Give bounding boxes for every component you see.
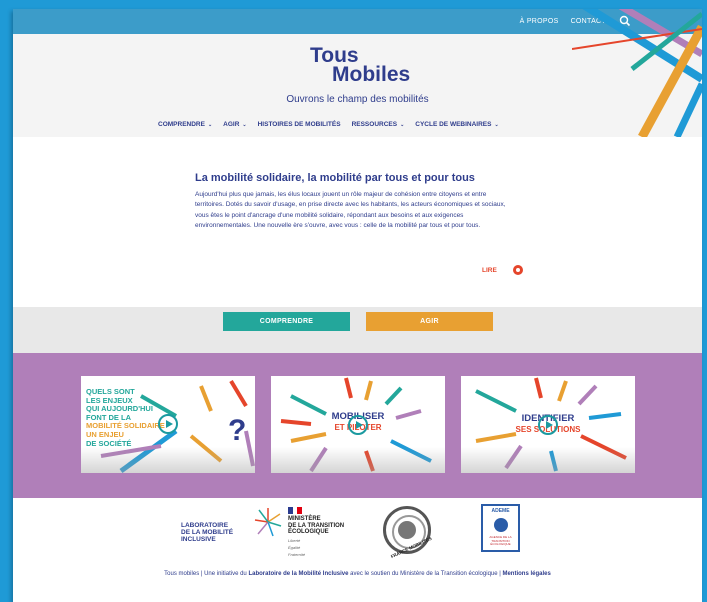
- video-card-mobiliser[interactable]: MOBILISER ET PILOTER: [271, 376, 445, 473]
- globe-icon: [494, 518, 508, 532]
- ademe-logo-title: ADEME: [491, 508, 510, 514]
- play-icon[interactable]: [158, 414, 178, 434]
- header-rays-decoration: [572, 9, 702, 137]
- legal-link[interactable]: Mentions légales: [502, 571, 550, 577]
- footer-text: avec le soutien du Ministère de la Trans…: [348, 571, 503, 577]
- site-tagline: Ouvrons le champ des mobilités: [286, 94, 429, 105]
- video-card-identifier[interactable]: IDENTIFIER SES SOLUTIONS: [461, 376, 635, 473]
- cta-band: COMPRENDRE AGIR: [13, 307, 702, 353]
- nav-item-histoires[interactable]: HISTOIRES DE MOBILITÉS: [258, 121, 341, 128]
- ministry-motto: Égalité: [288, 544, 301, 550]
- main-nav: COMPRENDRE ⌄ AGIR ⌄ HISTOIRES DE MOBILIT…: [158, 121, 499, 128]
- intro-title: La mobilité solidaire, la mobilité par t…: [195, 172, 475, 184]
- nav-item-agir[interactable]: AGIR ⌄: [223, 121, 246, 128]
- lab-link[interactable]: Laboratoire de la Mobilité Inclusive: [248, 571, 348, 577]
- screen: À PROPOS CONTACT Tous Mobiles Ouvrons le…: [0, 0, 707, 602]
- lab-logo-line: INCLUSIVE: [181, 536, 216, 543]
- card-fade: [81, 447, 255, 473]
- card-question-text: QUELS SONT LES ENJEUX QUI AUJOURD'HUI FO…: [86, 387, 165, 448]
- plus-circle-icon[interactable]: [513, 265, 523, 275]
- comprendre-button[interactable]: COMPRENDRE: [223, 312, 350, 331]
- nav-item-webinaires[interactable]: CYCLE DE WEBINAIRES ⌄: [415, 121, 498, 128]
- nav-item-comprendre[interactable]: COMPRENDRE ⌄: [158, 121, 212, 128]
- play-icon[interactable]: [348, 415, 368, 435]
- ministry-motto: Fraternité: [288, 551, 306, 557]
- intro-section: La mobilité solidaire, la mobilité par t…: [13, 137, 702, 307]
- lab-logo-line: DE LA MOBILITÉ: [181, 529, 234, 536]
- play-icon[interactable]: [538, 415, 558, 435]
- nav-label: AGIR: [223, 121, 240, 128]
- footer-text: Tous mobiles | Une initiative du: [164, 571, 249, 577]
- question-mark: ?: [228, 414, 247, 447]
- ministry-logo[interactable]: MINISTÈRE DE LA TRANSITION ÉCOLOGIQUE Li…: [288, 507, 344, 557]
- intro-body: Aujourd'hui plus que jamais, les élus lo…: [195, 191, 506, 230]
- nav-label: RESSOURCES: [351, 121, 398, 128]
- ademe-logo-subtitle: AGENCE DE LA TRANSITION ÉCOLOGIQUE: [489, 535, 512, 546]
- chevron-down-icon: ⌄: [400, 121, 405, 128]
- french-flag-icon: [288, 507, 303, 514]
- link-a-propos[interactable]: À PROPOS: [520, 18, 559, 25]
- chevron-down-icon: ⌄: [207, 121, 213, 128]
- site-footer: LABORATOIRE DE LA MOBILITÉ INCLUSIVE MIN…: [13, 498, 702, 602]
- video-cards-section: QUELS SONT LES ENJEUX QUI AUJOURD'HUI FO…: [13, 353, 702, 498]
- web-page: À PROPOS CONTACT Tous Mobiles Ouvrons le…: [13, 9, 702, 602]
- nav-label: COMPRENDRE: [158, 121, 205, 128]
- nav-label: CYCLE DE WEBINAIRES: [415, 121, 492, 128]
- nav-item-ressources[interactable]: RESSOURCES ⌄: [352, 121, 405, 128]
- lab-logo-line: LABORATOIRE: [181, 522, 229, 529]
- ademe-logo[interactable]: ADEME AGENCE DE LA TRANSITION ÉCOLOGIQUE: [481, 504, 520, 552]
- card-fade: [271, 447, 445, 473]
- card-fade: [461, 447, 635, 473]
- fm-logo-text: FRANCE MOBILITÉS: [390, 535, 433, 560]
- lab-logo-burst: [254, 508, 282, 537]
- lab-logo[interactable]: LABORATOIRE DE LA MOBILITÉ INCLUSIVE: [181, 522, 233, 543]
- ministry-logo-line: ÉCOLOGIQUE: [288, 529, 329, 535]
- footer-credit-line: Tous mobiles | Une initiative du Laborat…: [13, 571, 702, 577]
- logo-line-2[interactable]: Mobiles: [332, 63, 410, 87]
- chevron-down-icon: ⌄: [494, 121, 499, 128]
- site-header: Tous Mobiles Ouvrons le champ des mobili…: [13, 9, 702, 137]
- nav-label: HISTOIRES DE MOBILITÉS: [257, 121, 341, 128]
- read-more-link[interactable]: LIRE: [482, 267, 497, 274]
- video-card-enjeux[interactable]: QUELS SONT LES ENJEUX QUI AUJOURD'HUI FO…: [81, 376, 255, 473]
- agir-button[interactable]: AGIR: [366, 312, 493, 331]
- ministry-motto: Liberté: [288, 537, 301, 543]
- france-mobilites-logo[interactable]: FRANCE MOBILITÉS: [383, 506, 432, 559]
- chevron-down-icon: ⌄: [242, 121, 247, 128]
